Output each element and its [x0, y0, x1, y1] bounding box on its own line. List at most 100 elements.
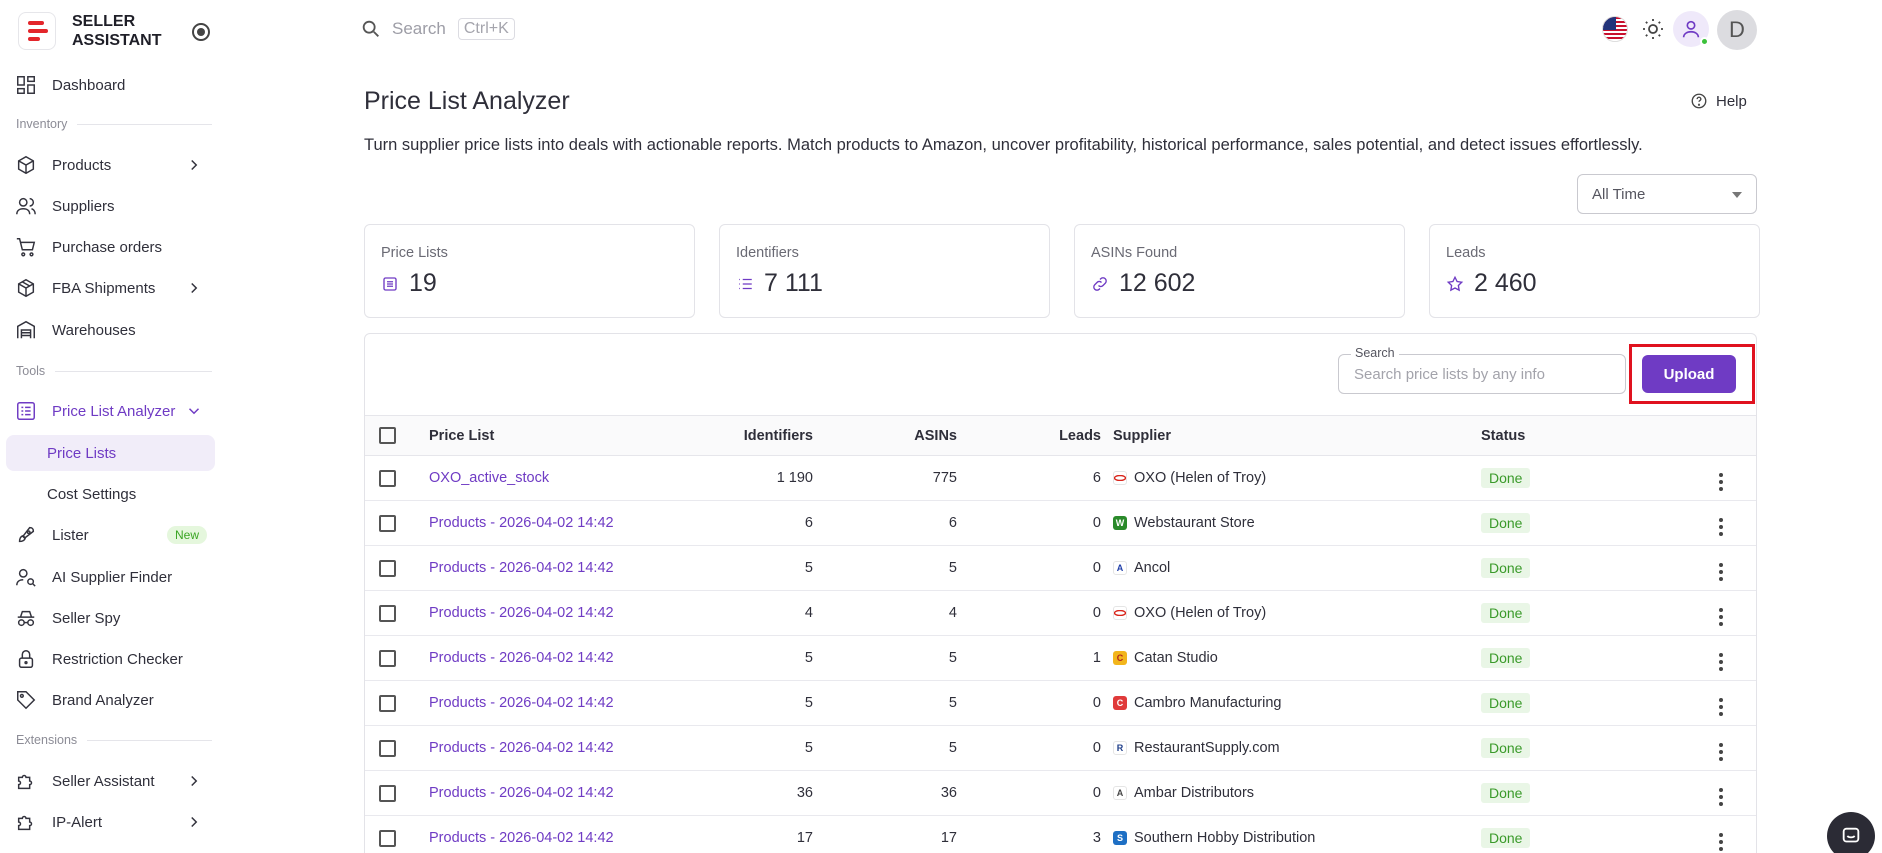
- sidebar-item-products[interactable]: Products: [6, 147, 215, 183]
- us-flag-icon[interactable]: [1602, 16, 1628, 42]
- header-price-list[interactable]: Price List: [429, 416, 673, 456]
- list-analyzer-icon: [14, 399, 38, 423]
- select-all-checkbox[interactable]: [379, 427, 396, 444]
- table-row[interactable]: Products - 2026-04-02 14:42 5 5 1 C Cata…: [365, 636, 1756, 681]
- sidebar-item-suppliers[interactable]: Suppliers: [6, 188, 215, 224]
- chat-support-button[interactable]: [1827, 812, 1875, 853]
- header-status[interactable]: Status: [1481, 416, 1681, 456]
- row-checkbox[interactable]: [379, 469, 396, 487]
- sidebar-item-dashboard[interactable]: Dashboard: [6, 67, 215, 103]
- row-menu-icon[interactable]: [1719, 788, 1723, 806]
- header-identifiers[interactable]: Identifiers: [673, 416, 813, 456]
- cell-leads: 0: [1092, 740, 1101, 756]
- page-description: Turn supplier price lists into deals wit…: [364, 136, 1643, 154]
- price-list-link[interactable]: OXO_active_stock: [429, 470, 549, 486]
- avatar[interactable]: D: [1717, 10, 1757, 50]
- price-list-link[interactable]: Products - 2026-04-02 14:42: [429, 560, 614, 576]
- supplier-logo-icon: W: [1113, 516, 1127, 530]
- row-menu-icon[interactable]: [1719, 473, 1723, 491]
- users-icon: [14, 194, 38, 218]
- sidebar-item-cost-settings[interactable]: Cost Settings: [6, 476, 215, 512]
- sidebar-item-seller-spy[interactable]: Seller Spy: [6, 600, 215, 636]
- row-checkbox[interactable]: [379, 559, 396, 577]
- account-button[interactable]: [1673, 11, 1709, 47]
- row-menu-icon[interactable]: [1719, 518, 1723, 536]
- global-search[interactable]: Search Ctrl+K: [360, 18, 515, 40]
- cell-asins: 4: [948, 605, 957, 621]
- upload-button[interactable]: Upload: [1642, 355, 1736, 393]
- sidebar-item-purchase-orders[interactable]: Purchase orders: [6, 229, 215, 265]
- search-field-label: Search: [1351, 346, 1399, 360]
- row-checkbox[interactable]: [379, 829, 396, 847]
- table-row[interactable]: Products - 2026-04-02 14:42 6 6 0 W Webs…: [365, 501, 1756, 546]
- cell-leads: 3: [1092, 830, 1101, 846]
- stat-card-asins-found: ASINs Found 12 602: [1074, 224, 1405, 318]
- row-menu-icon[interactable]: [1719, 608, 1723, 626]
- cell-leads: 0: [1092, 605, 1101, 621]
- help-link[interactable]: Help: [1690, 92, 1747, 110]
- header-asins[interactable]: ASINs: [813, 416, 957, 456]
- row-menu-icon[interactable]: [1719, 563, 1723, 581]
- sidebar-item-seller-assistant[interactable]: Seller Assistant: [6, 763, 215, 799]
- price-list-link[interactable]: Products - 2026-04-02 14:42: [429, 740, 614, 756]
- cell-identifiers: 5: [804, 560, 813, 576]
- cell-supplier: Ambar Distributors: [1134, 785, 1255, 801]
- sidebar-toggle-icon[interactable]: [192, 23, 210, 41]
- sidebar-item-brand-analyzer[interactable]: Brand Analyzer: [6, 682, 215, 718]
- time-range-select[interactable]: All Time: [1577, 174, 1757, 214]
- dashboard-icon: [14, 73, 38, 97]
- price-list-link[interactable]: Products - 2026-04-02 14:42: [429, 695, 614, 711]
- sidebar-item-ai-supplier-finder[interactable]: AI Supplier Finder: [6, 559, 215, 595]
- sidebar-item-restriction-checker[interactable]: Restriction Checker: [6, 641, 215, 677]
- sidebar-item-ip-alert[interactable]: IP-Alert: [6, 804, 215, 840]
- stat-card-leads: Leads 2 460: [1429, 224, 1760, 318]
- price-list-search-field[interactable]: Search: [1338, 346, 1626, 394]
- row-menu-icon[interactable]: [1719, 743, 1723, 761]
- supplier-logo-icon: S: [1113, 831, 1127, 845]
- link-icon: [1093, 276, 1107, 291]
- sidebar-item-warehouses[interactable]: Warehouses: [6, 312, 215, 348]
- price-list-link[interactable]: Products - 2026-04-02 14:42: [429, 605, 614, 621]
- supplier-logo-icon: C: [1113, 696, 1127, 710]
- lock-icon: [14, 647, 38, 671]
- brand[interactable]: SELLER ASSISTANT: [18, 12, 161, 50]
- row-menu-icon[interactable]: [1719, 833, 1723, 851]
- row-checkbox[interactable]: [379, 514, 396, 532]
- table-row[interactable]: Products - 2026-04-02 14:42 36 36 0 A Am…: [365, 771, 1756, 816]
- cell-asins: 5: [948, 740, 957, 756]
- row-checkbox[interactable]: [379, 784, 396, 802]
- tag-search-icon: [14, 688, 38, 712]
- cell-supplier: OXO (Helen of Troy): [1134, 470, 1267, 486]
- table-row[interactable]: Products - 2026-04-02 14:42 5 5 0 R Rest…: [365, 726, 1756, 771]
- row-checkbox[interactable]: [379, 739, 396, 757]
- table-row[interactable]: OXO_active_stock 1 190 775 6 OXO (Helen …: [365, 456, 1756, 501]
- header-leads[interactable]: Leads: [957, 416, 1101, 456]
- price-list-link[interactable]: Products - 2026-04-02 14:42: [429, 785, 614, 801]
- cell-leads: 0: [1092, 560, 1101, 576]
- table-row[interactable]: Products - 2026-04-02 14:42 17 17 3 S So…: [365, 816, 1756, 853]
- star-icon: [1446, 275, 1464, 291]
- price-list-link[interactable]: Products - 2026-04-02 14:42: [429, 650, 614, 666]
- price-list-link[interactable]: Products - 2026-04-02 14:42: [429, 515, 614, 531]
- table-row[interactable]: Products - 2026-04-02 14:42 4 4 0 OXO (H…: [365, 591, 1756, 636]
- sidebar-item-price-list-analyzer[interactable]: Price List Analyzer: [6, 393, 215, 429]
- cell-supplier: Catan Studio: [1134, 650, 1218, 666]
- cell-leads: 6: [1092, 470, 1101, 486]
- theme-toggle-icon[interactable]: [1641, 17, 1665, 41]
- sidebar-item-lister[interactable]: Lister New: [6, 517, 215, 553]
- row-checkbox[interactable]: [379, 649, 396, 667]
- table-row[interactable]: Products - 2026-04-02 14:42 5 5 0 A Anco…: [365, 546, 1756, 591]
- header-supplier[interactable]: Supplier: [1101, 416, 1481, 456]
- price-list-link[interactable]: Products - 2026-04-02 14:42: [429, 830, 614, 846]
- sidebar-item-price-lists[interactable]: Price Lists: [6, 435, 215, 471]
- sidebar-item-fba-shipments[interactable]: FBA Shipments: [6, 270, 215, 306]
- row-menu-icon[interactable]: [1719, 698, 1723, 716]
- row-menu-icon[interactable]: [1719, 653, 1723, 671]
- row-checkbox[interactable]: [379, 694, 396, 712]
- price-list-search-input[interactable]: [1339, 355, 1625, 393]
- supplier-logo-icon: C: [1113, 651, 1127, 665]
- table-row[interactable]: Products - 2026-04-02 14:42 5 5 0 C Camb…: [365, 681, 1756, 726]
- price-lists-table: Price List Identifiers ASINs Leads Suppl…: [365, 415, 1756, 853]
- supplier-logo-icon: [1113, 471, 1127, 485]
- row-checkbox[interactable]: [379, 604, 396, 622]
